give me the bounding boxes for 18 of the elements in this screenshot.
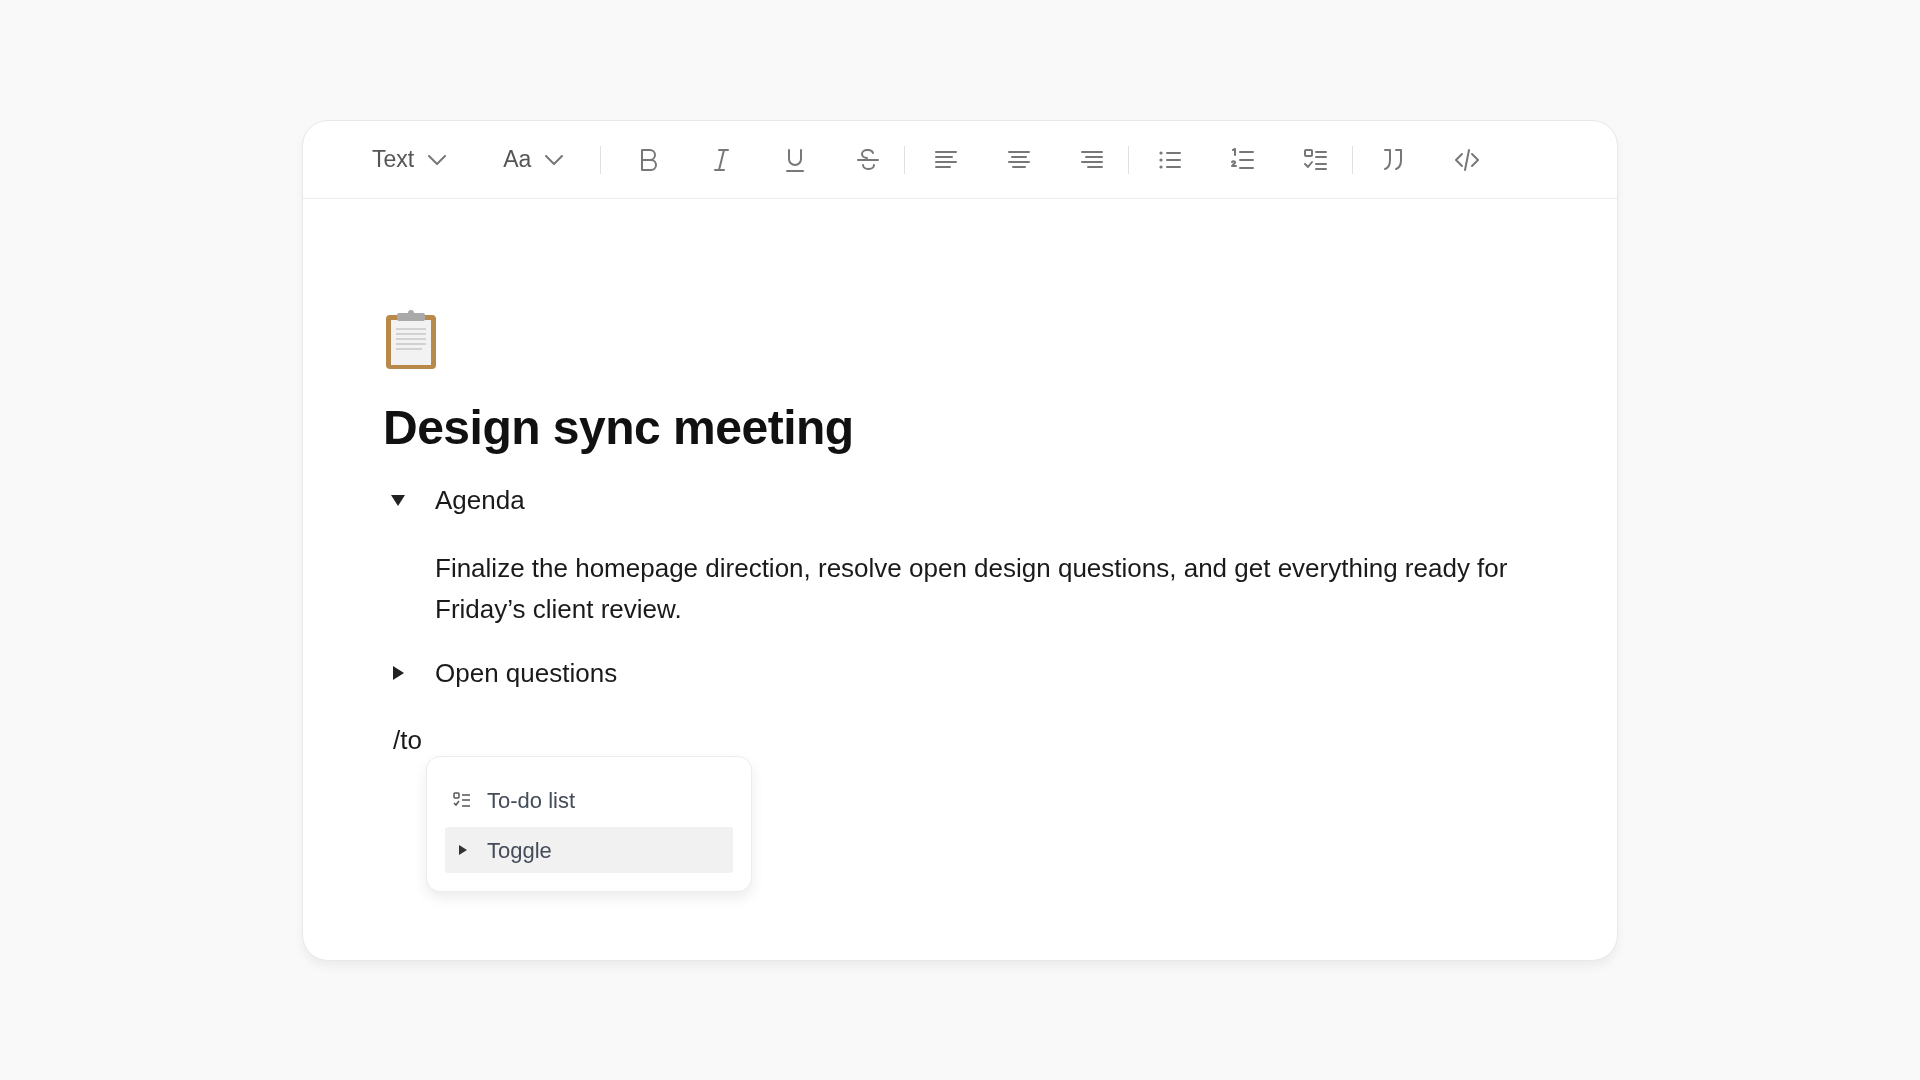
checklist-icon xyxy=(1303,146,1330,173)
format-dropdown[interactable]: Text xyxy=(372,142,447,177)
slash-command-text: /to xyxy=(393,723,423,757)
toggle-triangle-icon[interactable] xyxy=(390,665,406,682)
toggle-heading: Agenda xyxy=(435,483,525,517)
triangle-icon xyxy=(457,845,467,855)
strikethrough-icon xyxy=(855,146,882,173)
format-dropdown[interactable]: Aa xyxy=(503,142,564,177)
chevron-down-icon xyxy=(428,154,447,165)
menu-item[interactable]: Toggle xyxy=(445,827,733,873)
toggle-heading: Open questions xyxy=(435,656,618,690)
paragraph-text: Finalize the homepage direction, resolve open design questions, and get everything ready for Friday’s client review. xyxy=(435,551,1509,626)
clipboard-icon xyxy=(383,309,439,371)
checklist-icon xyxy=(453,792,471,808)
code-icon xyxy=(1454,146,1481,173)
chevron-down-icon xyxy=(545,154,564,165)
menu-item[interactable]: To-do list xyxy=(445,777,733,823)
document-title: Design sync meeting xyxy=(383,400,855,456)
